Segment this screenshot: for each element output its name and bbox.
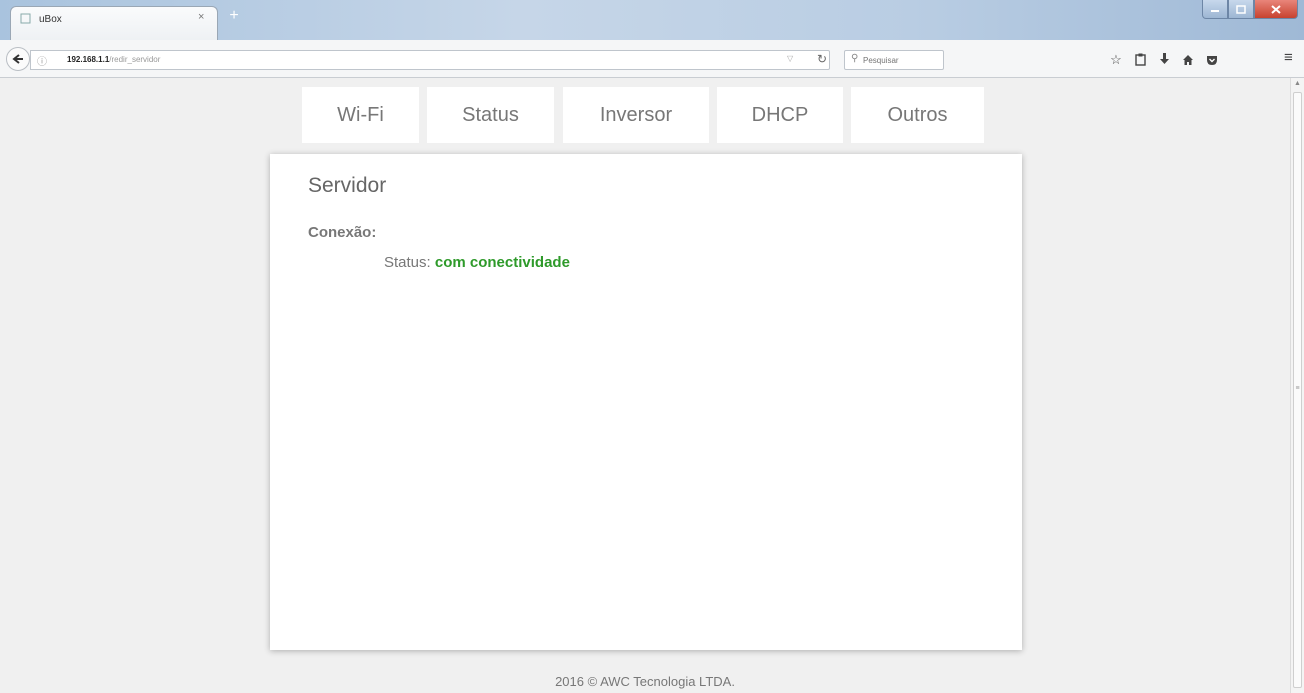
reload-icon[interactable]: ↻ bbox=[817, 52, 827, 66]
back-button[interactable] bbox=[6, 47, 30, 71]
vertical-scrollbar[interactable]: ▲ ≡ bbox=[1290, 78, 1304, 693]
new-tab-button[interactable]: + bbox=[224, 6, 244, 26]
section-label-connection: Conexão: bbox=[308, 224, 377, 241]
page-viewport: Wi-Fi Status Inversor DHCP Outros Servid… bbox=[0, 78, 1290, 693]
download-icon[interactable] bbox=[1152, 50, 1176, 70]
maximize-icon bbox=[1236, 4, 1246, 14]
scroll-grip-icon: ≡ bbox=[1295, 385, 1300, 392]
bookmark-star-icon[interactable]: ☆ bbox=[1104, 50, 1128, 70]
download-arrow-icon bbox=[1159, 53, 1169, 64]
content-card: Servidor Conexão: Status: com conectivid… bbox=[270, 154, 1022, 650]
search-bar[interactable]: ⚲ bbox=[844, 50, 944, 70]
tab-wifi[interactable]: Wi-Fi bbox=[302, 87, 419, 143]
maximize-button[interactable] bbox=[1228, 0, 1254, 19]
minimize-icon bbox=[1211, 10, 1219, 12]
tab-outros[interactable]: Outros bbox=[851, 87, 984, 143]
scroll-up-arrow-icon[interactable]: ▲ bbox=[1294, 80, 1301, 87]
home-house-icon bbox=[1183, 55, 1193, 65]
status-value: com conectividade bbox=[434, 254, 570, 271]
back-arrow-icon bbox=[12, 54, 23, 64]
pocket-icon[interactable] bbox=[1200, 50, 1224, 70]
toolbar-icons: ☆ bbox=[1104, 50, 1224, 70]
status-row: Status: com conectividade bbox=[384, 254, 570, 271]
clipboard-icon bbox=[1134, 53, 1146, 66]
page-title: Servidor bbox=[308, 174, 387, 197]
reading-list-icon[interactable] bbox=[1128, 50, 1152, 70]
site-info-icon[interactable]: ⓘ bbox=[37, 53, 47, 68]
pocket-shield-icon bbox=[1207, 56, 1217, 65]
tab-dhcp[interactable]: DHCP bbox=[717, 87, 843, 143]
minimize-button[interactable] bbox=[1202, 0, 1228, 19]
browser-tab[interactable]: uBox × bbox=[10, 6, 218, 40]
url-path: /redir_servidor bbox=[109, 55, 161, 64]
home-icon[interactable] bbox=[1176, 50, 1200, 70]
tab-title: uBox bbox=[39, 14, 62, 25]
navigation-toolbar: ⓘ 192.168.1.1/redir_servidor ▽ ↻ ⚲ ☆ ≡ bbox=[0, 40, 1304, 78]
window-controls bbox=[1202, 0, 1298, 20]
url-host: 192.168.1.1 bbox=[67, 55, 110, 64]
menu-icon[interactable]: ≡ bbox=[1284, 49, 1293, 66]
search-icon: ⚲ bbox=[851, 53, 859, 64]
page-favicon-icon bbox=[20, 13, 31, 24]
close-icon bbox=[1271, 4, 1281, 14]
tab-inversor[interactable]: Inversor bbox=[563, 87, 709, 143]
window-titlebar: uBox × + bbox=[0, 0, 1304, 40]
tab-close-icon[interactable]: × bbox=[198, 11, 204, 23]
search-input[interactable] bbox=[863, 54, 941, 67]
close-window-button[interactable] bbox=[1254, 0, 1298, 19]
url-dropdown-icon[interactable]: ▽ bbox=[787, 54, 793, 63]
url-bar[interactable]: ⓘ 192.168.1.1/redir_servidor ▽ ↻ bbox=[30, 50, 830, 70]
scrollbar-thumb[interactable]: ≡ bbox=[1293, 92, 1302, 688]
status-label: Status: bbox=[384, 254, 431, 271]
footer-copyright: 2016 © AWC Tecnologia LTDA. bbox=[555, 674, 735, 689]
url-text: 192.168.1.1/redir_servidor bbox=[67, 55, 160, 64]
tab-status[interactable]: Status bbox=[427, 87, 554, 143]
